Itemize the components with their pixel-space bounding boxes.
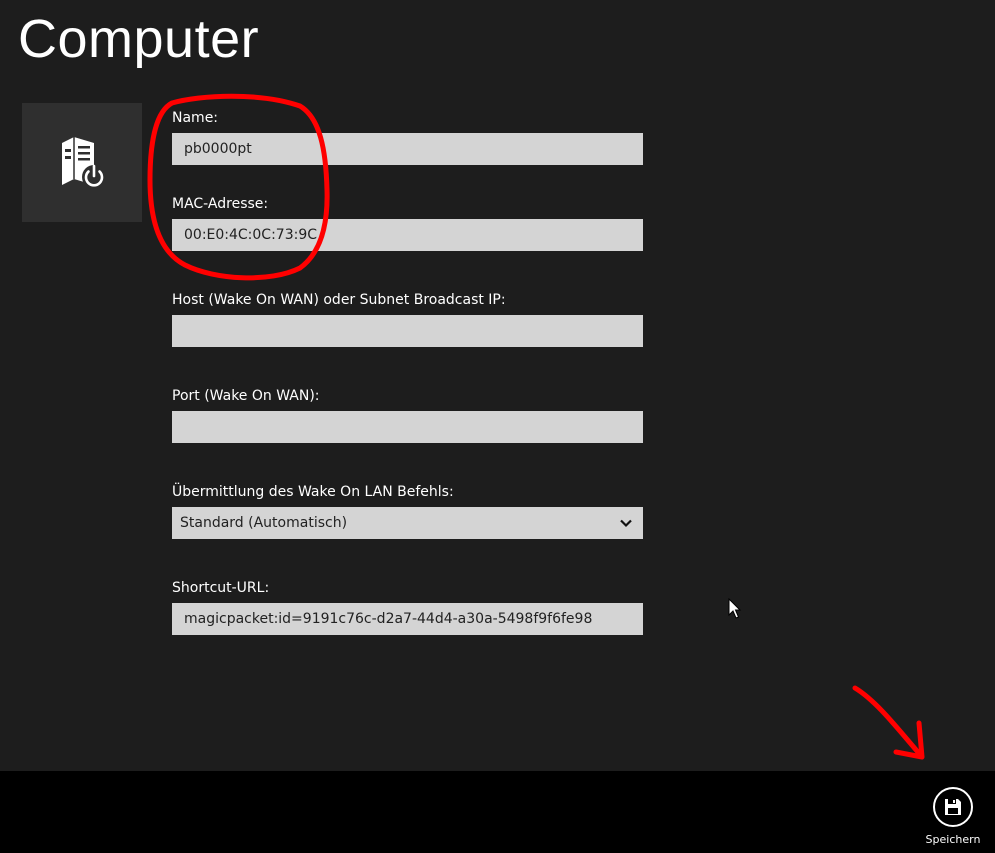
transmission-label: Übermittlung des Wake On LAN Befehls: [172, 484, 454, 500]
computer-power-icon [62, 136, 106, 189]
name-field[interactable] [172, 133, 643, 165]
shortcut-label: Shortcut-URL: [172, 580, 270, 596]
app-bar: Speichern [0, 771, 995, 853]
transmission-selected-value: Standard (Automatisch) [180, 515, 348, 531]
shortcut-url-field[interactable] [172, 603, 643, 635]
host-label: Host (Wake On WAN) oder Subnet Broadcast… [172, 292, 506, 308]
chevron-down-icon [620, 519, 632, 528]
mac-label: MAC-Adresse: [172, 196, 269, 212]
computer-tile[interactable] [22, 103, 142, 222]
mouse-cursor-icon [728, 598, 742, 619]
host-field[interactable] [172, 315, 643, 347]
save-button[interactable]: Speichern [923, 787, 983, 846]
name-label: Name: [172, 110, 219, 126]
floppy-disk-icon [945, 799, 961, 815]
mac-address-field[interactable] [172, 219, 643, 251]
port-field[interactable] [172, 411, 643, 443]
transmission-select[interactable]: Standard (Automatisch) [172, 507, 643, 539]
port-label: Port (Wake On WAN): [172, 388, 320, 404]
save-button-label: Speichern [925, 833, 981, 846]
red-arrow-annotation [852, 685, 925, 760]
save-button-circle [933, 787, 973, 827]
page-title: Computer [18, 9, 260, 69]
